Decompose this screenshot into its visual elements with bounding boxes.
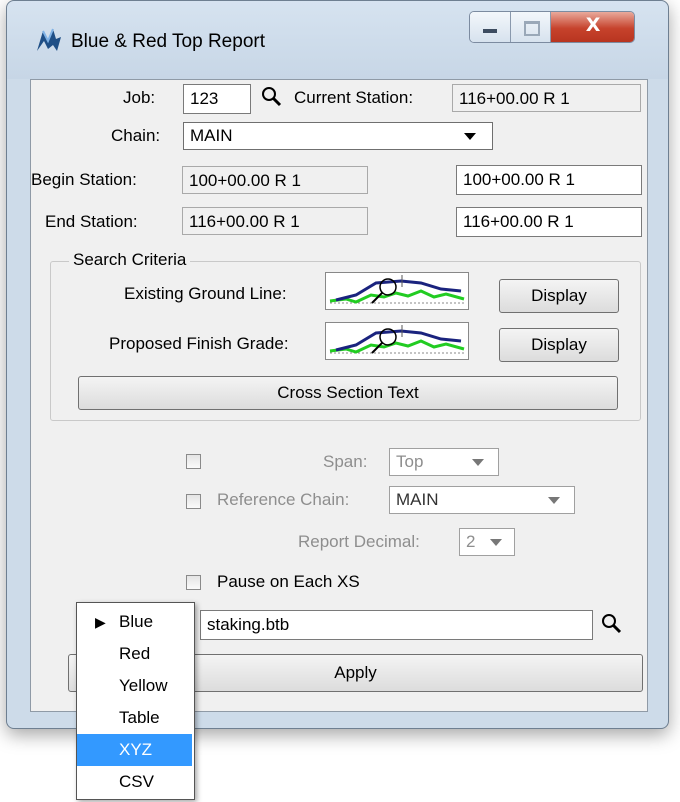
end-station-label: End Station: xyxy=(45,212,138,231)
window-controls: X xyxy=(469,11,635,43)
search-icon[interactable] xyxy=(261,86,283,108)
reference-chain-select[interactable]: MAIN xyxy=(389,486,575,514)
pause-checkbox[interactable] xyxy=(186,575,201,590)
span-label: Span: xyxy=(323,452,368,471)
reference-chain-label: Reference Chain: xyxy=(217,490,350,509)
chain-label: Chain: xyxy=(111,126,161,145)
current-item-marker-icon: ▶ xyxy=(95,614,106,630)
span-select[interactable]: Top xyxy=(389,448,499,476)
app-icon xyxy=(35,27,65,53)
report-decimal-label: Report Decimal: xyxy=(298,532,420,551)
cross-section-text-button[interactable]: Cross Section Text xyxy=(78,376,618,410)
display-proposed-button[interactable]: Display xyxy=(499,328,619,362)
minimize-icon xyxy=(483,29,497,33)
dropdown-item-red[interactable]: Red xyxy=(77,638,192,670)
profile-graph-icon xyxy=(329,275,465,304)
end-station-input[interactable]: 116+00.00 R 1 xyxy=(456,207,642,237)
dropdown-arrow-icon xyxy=(472,459,484,466)
job-input[interactable]: 123 xyxy=(183,84,251,114)
dropdown-item-xyz[interactable]: XYZ xyxy=(77,734,192,766)
close-button[interactable]: X xyxy=(551,12,634,42)
pause-label: Pause on Each XS xyxy=(217,572,360,591)
dropdown-item-blue[interactable]: ▶ Blue xyxy=(77,606,192,638)
output-file-input[interactable]: staking.btb xyxy=(200,610,593,640)
report-decimal-value: 2 xyxy=(466,532,476,551)
reference-chain-value: MAIN xyxy=(396,490,439,509)
close-icon: X xyxy=(585,14,601,36)
job-label: Job: xyxy=(123,88,156,107)
end-station-value: 116+00.00 R 1 xyxy=(182,207,368,235)
dropdown-item-csv[interactable]: CSV xyxy=(77,766,192,798)
chain-select[interactable]: MAIN xyxy=(183,122,493,150)
current-station-label: Current Station: xyxy=(294,88,414,107)
begin-station-value: 100+00.00 R 1 xyxy=(182,166,368,194)
window-title: Blue & Red Top Report xyxy=(71,31,265,52)
title-bar[interactable]: Blue & Red Top Report X xyxy=(7,1,668,79)
display-existing-button[interactable]: Display xyxy=(499,279,619,313)
chain-value: MAIN xyxy=(190,126,233,145)
dropdown-item-table[interactable]: Table xyxy=(77,702,192,734)
format-dropdown-list: ▶ Blue Red Yellow Table XYZ CSV xyxy=(76,602,195,800)
dropdown-arrow-icon xyxy=(490,539,502,546)
dropdown-arrow-icon xyxy=(548,497,560,504)
current-station-value: 116+00.00 R 1 xyxy=(452,84,641,112)
search-icon[interactable] xyxy=(601,613,623,635)
maximize-icon xyxy=(523,21,540,36)
profile-graph-icon xyxy=(329,325,465,354)
maximize-button[interactable] xyxy=(510,12,552,42)
report-decimal-select[interactable]: 2 xyxy=(459,528,515,556)
search-criteria-title: Search Criteria xyxy=(69,250,191,270)
proposed-finish-button[interactable] xyxy=(325,322,469,360)
begin-station-input[interactable]: 100+00.00 R 1 xyxy=(456,165,642,195)
span-value: Top xyxy=(396,452,424,471)
reference-chain-checkbox[interactable] xyxy=(186,494,201,509)
existing-ground-label: Existing Ground Line: xyxy=(124,284,287,303)
dropdown-item-yellow[interactable]: Yellow xyxy=(77,670,192,702)
dropdown-arrow-icon xyxy=(464,133,476,140)
proposed-finish-label: Proposed Finish Grade: xyxy=(109,334,289,353)
existing-ground-button[interactable] xyxy=(325,272,469,310)
minimize-button[interactable] xyxy=(470,12,511,42)
begin-station-label: Begin Station: xyxy=(31,170,137,189)
span-checkbox[interactable] xyxy=(186,454,201,469)
